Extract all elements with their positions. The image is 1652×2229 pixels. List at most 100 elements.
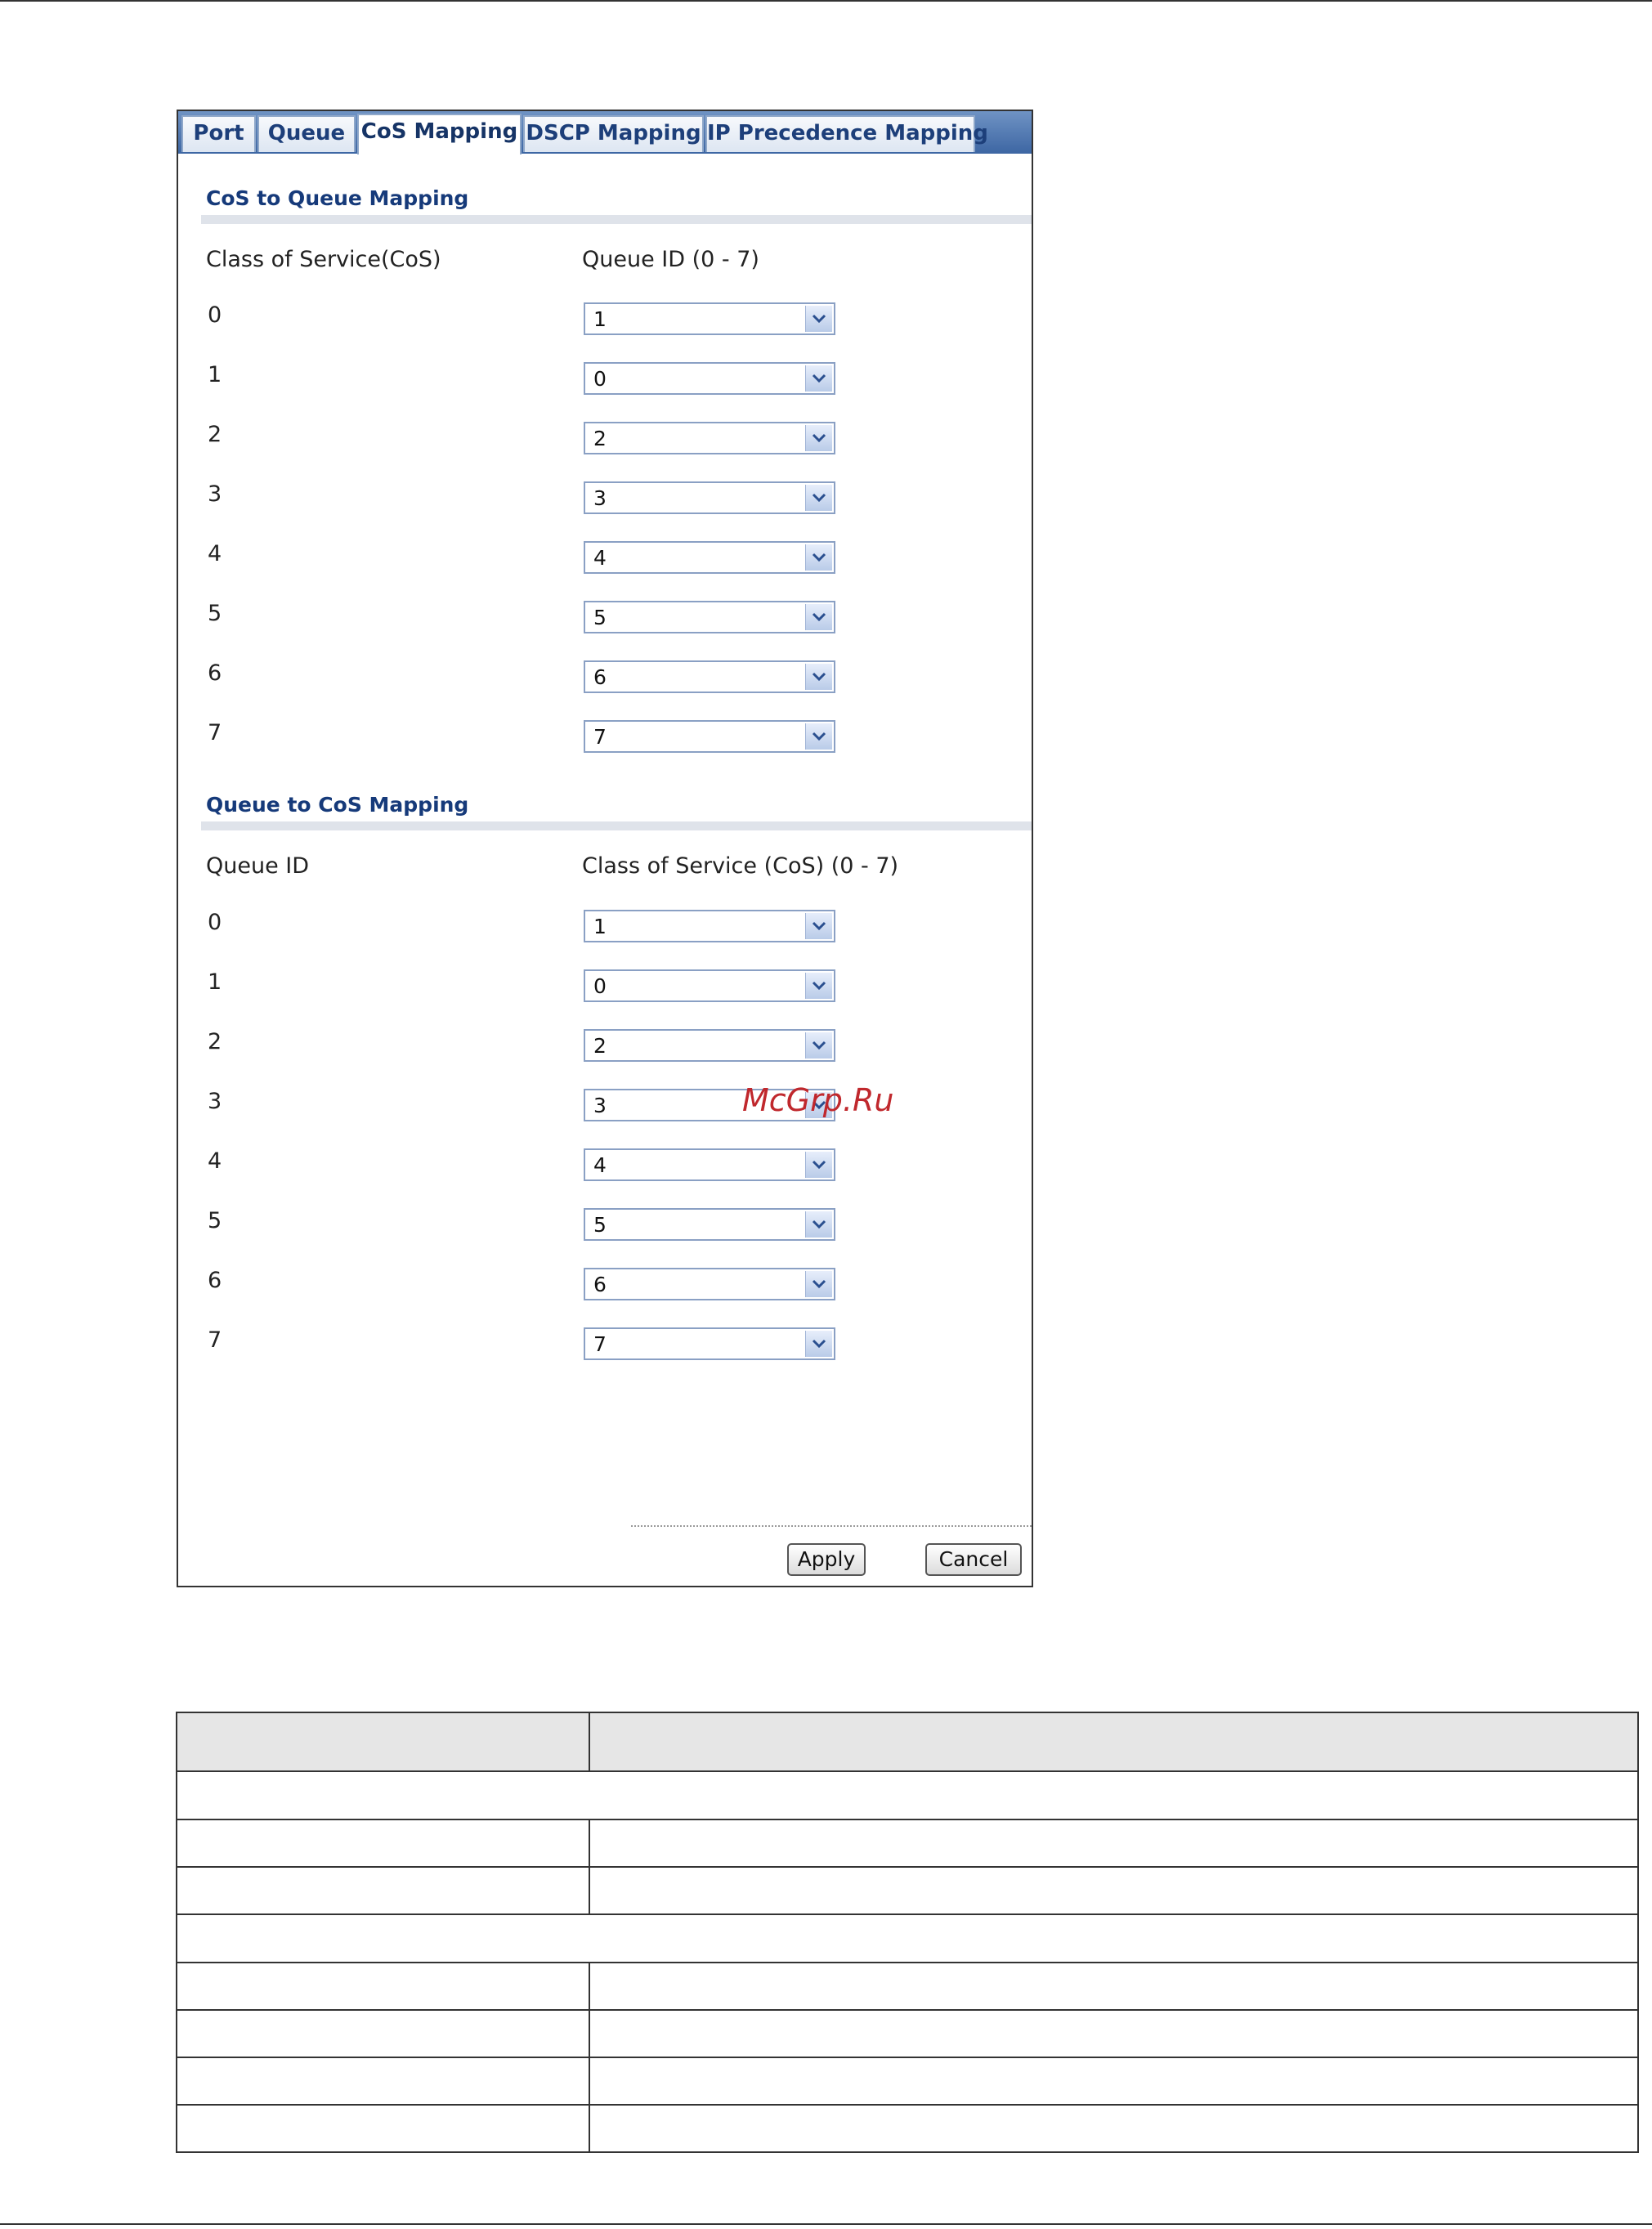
select-value: 2 [593,427,607,450]
table-section-row [176,1913,1639,1963]
queue-row-label: 2 [208,1029,222,1054]
table-cell [589,1819,1639,1868]
queue-to-cos-title: Queue to CoS Mapping [206,793,469,817]
cos-row-label: 1 [208,362,222,387]
queue-row-label: 4 [208,1148,222,1174]
table-cell [176,1962,590,2011]
tab-queue[interactable]: Queue [257,115,356,152]
chevron-down-icon[interactable] [805,1032,832,1059]
cos-row-label: 5 [208,601,222,626]
cos-row-label: 3 [208,481,222,507]
table-section-cell [176,1770,1639,1820]
cos-row-label: 6 [208,660,222,686]
tab-port[interactable]: Port [181,115,256,152]
table-cell [589,1866,1639,1915]
select-value: 1 [593,915,607,938]
queue-id-select-cos-3[interactable]: 3 [584,481,835,514]
table-header-row [176,1712,1639,1772]
select-value: 1 [593,307,607,331]
chevron-down-icon[interactable] [805,485,832,511]
table-cell [176,1866,590,1915]
table-section-row [176,1770,1639,1820]
table-row [176,1962,1639,2011]
queue-id-select-cos-0[interactable]: 1 [584,302,835,335]
cos-select-queue-7[interactable]: 7 [584,1327,835,1360]
button-divider [631,1525,1032,1527]
select-value: 5 [593,606,607,629]
table-cell [176,2057,590,2106]
select-value: 2 [593,1034,607,1058]
chevron-down-icon[interactable] [805,1211,832,1238]
tab-dscp-mapping[interactable]: DSCP Mapping [523,115,704,152]
select-value: 3 [593,1094,607,1117]
cos-mapping-panel: Port Queue CoS Mapping DSCP Mapping IP P… [177,110,1033,1587]
chevron-down-icon[interactable] [805,365,832,392]
queue-row-label: 3 [208,1089,222,1114]
table-row [176,1866,1639,1915]
table-cell [176,1819,590,1868]
chevron-down-icon[interactable] [805,306,832,332]
chevron-down-icon[interactable] [805,604,832,630]
table-header-cell [589,1712,1639,1772]
cos-select-queue-0[interactable]: 1 [584,910,835,942]
select-value: 4 [593,546,607,570]
cos-select-queue-4[interactable]: 4 [584,1148,835,1181]
cos-row-label: 2 [208,422,222,447]
table-cell [176,2104,590,2153]
queue-id-select-cos-2[interactable]: 2 [584,422,835,454]
apply-button[interactable]: Apply [787,1543,866,1576]
table-cell [589,1962,1639,2011]
select-value: 5 [593,1213,607,1237]
cos-select-queue-6[interactable]: 6 [584,1268,835,1300]
cos-column-header: Class of Service (CoS) (0 - 7) [582,853,899,879]
cos-select-queue-5[interactable]: 5 [584,1208,835,1241]
queue-id-column-header: Queue ID [206,853,310,879]
select-value: 3 [593,486,607,510]
select-value: 6 [593,665,607,689]
tab-ip-precedence-mapping[interactable]: IP Precedence Mapping [705,115,988,152]
chevron-down-icon[interactable] [805,1331,832,1357]
select-value: 6 [593,1273,607,1296]
queue-id-select-cos-7[interactable]: 7 [584,720,835,753]
cos-to-queue-title: CoS to Queue Mapping [206,186,469,210]
cos-column-header: Class of Service(CoS) [206,247,441,272]
chevron-down-icon[interactable] [805,723,832,750]
chevron-down-icon[interactable] [805,425,832,451]
chevron-down-icon[interactable] [805,973,832,999]
queue-to-cos-title-bar [201,821,1032,830]
table-cell [589,2009,1639,2058]
chevron-down-icon[interactable] [805,664,832,690]
table-row [176,2057,1639,2106]
select-value: 0 [593,974,607,998]
table-cell [176,2009,590,2058]
table-cell [589,2057,1639,2106]
queue-id-select-cos-1[interactable]: 0 [584,362,835,395]
chevron-down-icon[interactable] [805,544,832,571]
select-value: 7 [593,725,607,749]
cos-row-label: 7 [208,720,222,745]
queue-row-label: 1 [208,969,222,995]
chevron-down-icon[interactable] [805,1152,832,1178]
table-header-cell [176,1712,590,1772]
queue-id-select-cos-6[interactable]: 6 [584,660,835,693]
page-top-rule [0,0,1652,2]
cos-select-queue-1[interactable]: 0 [584,969,835,1002]
table-row [176,1819,1639,1868]
queue-row-label: 5 [208,1208,222,1233]
queue-id-select-cos-5[interactable]: 5 [584,601,835,633]
cos-select-queue-2[interactable]: 2 [584,1029,835,1062]
chevron-down-icon[interactable] [805,1271,832,1297]
cancel-button[interactable]: Cancel [925,1543,1022,1576]
select-value: 4 [593,1153,607,1177]
select-value: 0 [593,367,607,391]
chevron-down-icon[interactable] [805,913,832,939]
page-bottom-rule [0,2223,1652,2225]
table-cell [589,2104,1639,2153]
queue-id-select-cos-4[interactable]: 4 [584,541,835,574]
tab-cos-mapping[interactable]: CoS Mapping [357,114,522,154]
table-row [176,2009,1639,2058]
cos-row-label: 4 [208,541,222,566]
table-row [176,2104,1639,2153]
cos-to-queue-title-bar [201,215,1032,224]
queue-row-label: 6 [208,1268,222,1293]
